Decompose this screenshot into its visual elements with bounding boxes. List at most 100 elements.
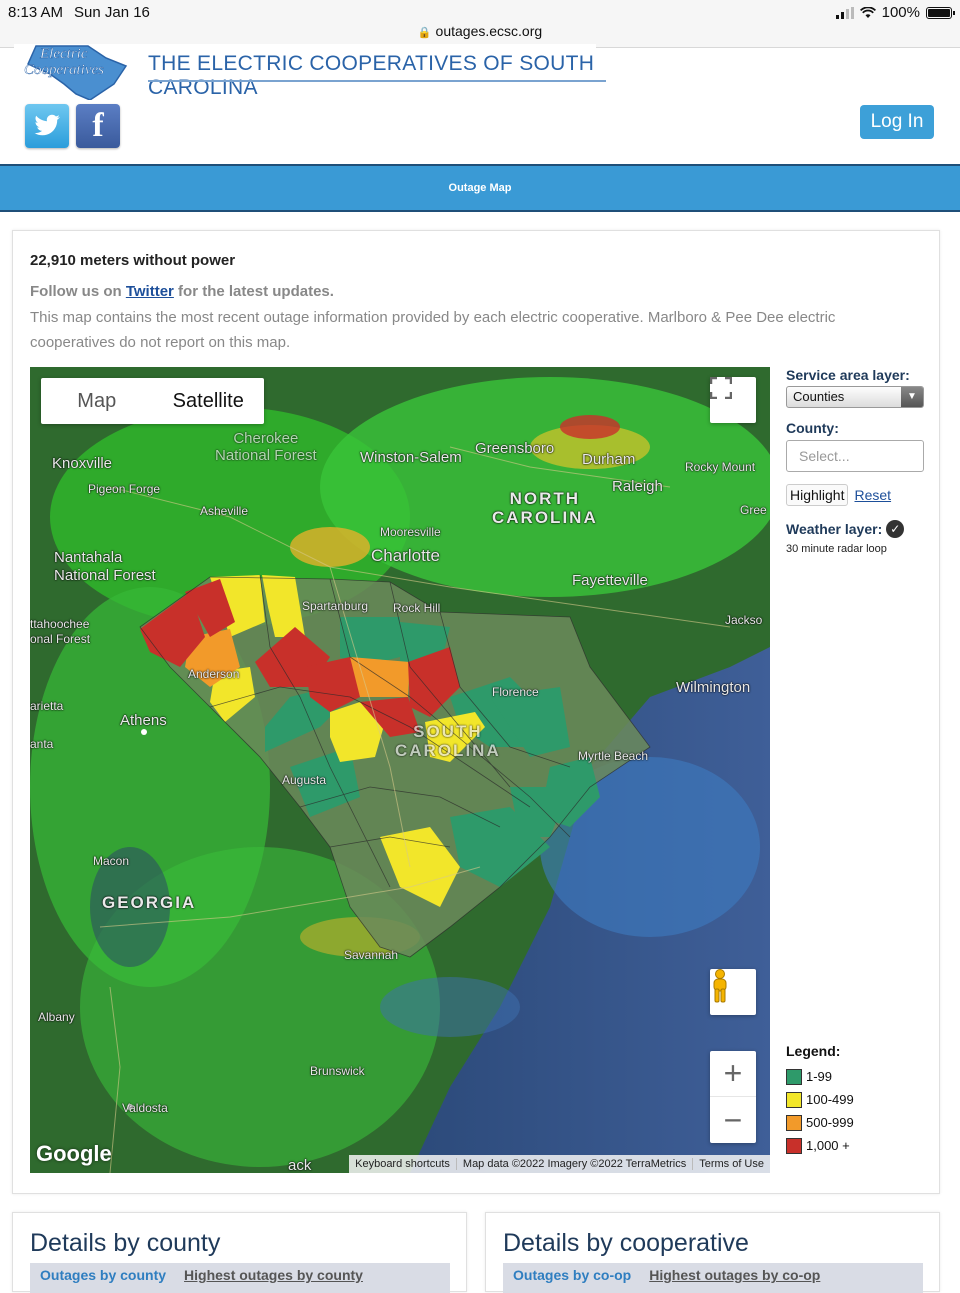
highlight-row: Highlight Reset bbox=[786, 484, 936, 506]
map-label-macon: Macon bbox=[93, 854, 130, 868]
terms-of-use-link[interactable]: Terms of Use bbox=[692, 1158, 770, 1170]
legend: Legend: 1-99 100-499 500-999 1,000 + bbox=[786, 1043, 854, 1157]
map-label-raleigh: Raleigh bbox=[612, 478, 663, 495]
legend-label: 1,000 + bbox=[806, 1138, 850, 1153]
map-label-mooresville: Mooresville bbox=[380, 525, 441, 539]
map-label-north-carolina: NORTH CAROLINA bbox=[492, 489, 598, 527]
wifi-icon bbox=[859, 6, 876, 18]
map-label-florence: Florence bbox=[492, 685, 539, 699]
facebook-icon[interactable]: f bbox=[76, 104, 120, 148]
map-label-albany: Albany bbox=[38, 1010, 75, 1024]
legend-item: 100-499 bbox=[786, 1088, 854, 1111]
legend-item: 1,000 + bbox=[786, 1134, 854, 1157]
legend-item: 1-99 bbox=[786, 1065, 854, 1088]
twitter-link[interactable]: Twitter bbox=[126, 283, 174, 300]
keyboard-shortcuts-link[interactable]: Keyboard shortcuts bbox=[349, 1158, 456, 1170]
legend-item: 500-999 bbox=[786, 1111, 854, 1134]
sc-state-logo-icon: Electric Cooperatives bbox=[24, 45, 128, 100]
status-date: Sun Jan 16 bbox=[74, 4, 150, 21]
map-label-spartanburg: Spartanburg bbox=[302, 599, 369, 613]
map-label-knoxville: Knoxville bbox=[52, 455, 113, 472]
service-area-select[interactable]: Counties ▼ bbox=[786, 386, 924, 408]
reset-link[interactable]: Reset bbox=[854, 487, 891, 503]
details-county-title: Details by county bbox=[30, 1229, 221, 1257]
weather-layer-label: Weather layer: bbox=[786, 521, 883, 537]
tab-highest-outages-by-coop[interactable]: Highest outages by co-op bbox=[649, 1267, 820, 1293]
tab-outages-by-county[interactable]: Outages by county bbox=[40, 1267, 166, 1293]
legend-title: Legend: bbox=[786, 1043, 841, 1059]
map-label-winston-salem: Winston-Salem bbox=[360, 449, 462, 466]
map-type-map-button[interactable]: Map bbox=[41, 378, 153, 424]
county-select-input[interactable]: Select... bbox=[786, 440, 924, 472]
site-logo[interactable]: Electric Cooperatives THE ELECTRIC COOPE… bbox=[14, 44, 606, 102]
map-label-greensboro: Greensboro bbox=[475, 440, 555, 457]
map-label-rock-hill: Rock Hill bbox=[393, 601, 441, 615]
twitter-icon[interactable] bbox=[25, 104, 69, 148]
details-by-cooperative-card: Details by cooperative Outages by co-op … bbox=[485, 1212, 940, 1293]
weather-layer-row: Weather layer: ✓ bbox=[786, 520, 936, 538]
fullscreen-icon[interactable] bbox=[710, 377, 756, 423]
street-view-pegman-icon[interactable] bbox=[710, 969, 756, 1015]
lock-icon: 🔒 bbox=[417, 27, 432, 39]
legend-label: 500-999 bbox=[806, 1115, 854, 1130]
details-coop-title: Details by cooperative bbox=[503, 1229, 749, 1257]
legend-swatch bbox=[786, 1137, 802, 1154]
map-side-panel: Service area layer: Counties ▼ County: S… bbox=[786, 367, 936, 555]
legend-label: 100-499 bbox=[806, 1092, 854, 1107]
svg-text:Cooperatives: Cooperatives bbox=[24, 62, 104, 78]
map-label-brunswick: Brunswick bbox=[310, 1064, 365, 1078]
login-button[interactable]: Log In bbox=[860, 105, 934, 139]
main-card: 22,910 meters without power Follow us on… bbox=[12, 230, 940, 1194]
map-label-athens: Athens bbox=[120, 712, 167, 729]
nav-outage-map[interactable]: Outage Map bbox=[449, 182, 512, 194]
url-bar[interactable]: 🔒 outages.ecsc.org bbox=[0, 23, 960, 39]
follow-text: Follow us on Twitter for the latest upda… bbox=[30, 283, 334, 300]
tab-outages-by-coop[interactable]: Outages by co-op bbox=[513, 1267, 631, 1293]
map-type-satellite-button[interactable]: Satellite bbox=[153, 378, 265, 424]
map-attribution: Keyboard shortcuts Map data ©2022 Imager… bbox=[349, 1155, 770, 1173]
legend-label: 1-99 bbox=[806, 1069, 833, 1084]
chevron-down-icon: ▼ bbox=[901, 387, 923, 407]
map-label-green: Gree bbox=[740, 503, 767, 517]
zoom-out-button[interactable]: − bbox=[710, 1097, 756, 1143]
map-type-control: Map Satellite bbox=[41, 378, 264, 424]
details-county-tabs: Outages by county Highest outages by cou… bbox=[30, 1263, 450, 1293]
google-logo: Google bbox=[36, 1141, 112, 1166]
url-text: outages.ecsc.org bbox=[435, 23, 543, 39]
tab-highest-outages-by-county[interactable]: Highest outages by county bbox=[184, 1267, 363, 1293]
map-description: This map contains the most recent outage… bbox=[30, 309, 836, 351]
zoom-control: + − bbox=[710, 1051, 756, 1143]
legend-swatch bbox=[786, 1091, 802, 1108]
details-by-county-card: Details by county Outages by county High… bbox=[12, 1212, 467, 1293]
map-label-savannah: Savannah bbox=[344, 948, 399, 962]
battery-percent: 100% bbox=[881, 4, 920, 21]
legend-swatch bbox=[786, 1068, 802, 1085]
logo-underline bbox=[148, 80, 606, 82]
signal-icon bbox=[835, 6, 854, 19]
map-label-wilmington: Wilmington bbox=[676, 679, 751, 696]
weather-layer-checkbox[interactable]: ✓ bbox=[886, 520, 905, 538]
map-label-marietta: arietta bbox=[30, 699, 64, 713]
zoom-in-button[interactable]: + bbox=[710, 1051, 756, 1097]
follow-suffix: for the latest updates. bbox=[173, 283, 334, 300]
map-label-jack-bottom: ack bbox=[288, 1157, 312, 1173]
highlight-button[interactable]: Highlight bbox=[786, 484, 849, 506]
map-label-durham: Durham bbox=[582, 451, 636, 468]
map-label-rocky-mount: Rocky Mount bbox=[685, 460, 756, 474]
map-label-chattahoochee: ttahoochee onal Forest bbox=[30, 617, 91, 646]
ios-status-bar: 8:13 AM Sun Jan 16 100% 🔒 outages.ecsc.or… bbox=[0, 0, 960, 48]
map-label-anderson: Anderson bbox=[188, 667, 240, 681]
status-indicators: 100% bbox=[835, 4, 955, 21]
map-label-pigeon-forge: Pigeon Forge bbox=[88, 482, 161, 496]
svg-text:Electric: Electric bbox=[39, 46, 88, 62]
nav-bar: Outage Map bbox=[0, 164, 960, 212]
map-label-atlanta: anta bbox=[30, 737, 54, 751]
map-label-cherokee: Cherokee National Forest bbox=[215, 430, 317, 464]
details-coop-tabs: Outages by co-op Highest outages by co-o… bbox=[503, 1263, 923, 1293]
radar-loop-text: 30 minute radar loop bbox=[786, 543, 887, 555]
outage-map[interactable]: Map Satellite + − Google Keyboard shortc… bbox=[30, 367, 770, 1173]
legend-swatch bbox=[786, 1114, 802, 1131]
map-label-nantahala: Nantahala National Forest bbox=[54, 549, 156, 584]
follow-prefix: Follow us on bbox=[30, 283, 126, 300]
map-data-text: Map data ©2022 Imagery ©2022 TerraMetric… bbox=[455, 1158, 692, 1170]
